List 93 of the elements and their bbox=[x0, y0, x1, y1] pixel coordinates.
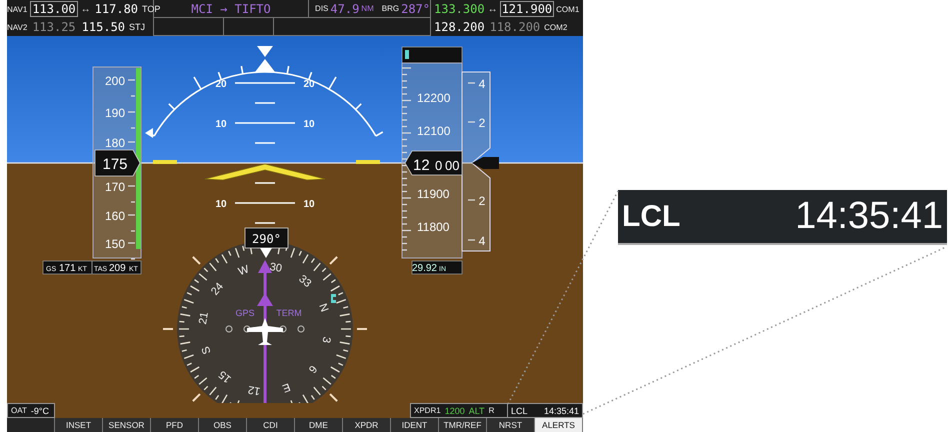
distance-label: DIS bbox=[315, 4, 328, 13]
softkey[interactable]: XPDR bbox=[343, 418, 391, 432]
transponder-mode: ALT bbox=[468, 406, 485, 416]
softkey[interactable]: ALERTS bbox=[535, 418, 583, 432]
clock-label: LCL bbox=[511, 406, 528, 416]
altitude-label: 12200 bbox=[417, 91, 450, 105]
bearing-label: BRG bbox=[382, 4, 400, 13]
softkey[interactable]: PFD bbox=[151, 418, 199, 432]
airspeed-label: 150 bbox=[104, 237, 125, 251]
vertical-speed-pointer-icon bbox=[472, 157, 499, 169]
active-frequency: 115.50 bbox=[80, 20, 126, 34]
compass-label: 12 bbox=[247, 383, 262, 398]
compass-label: 33 bbox=[296, 272, 314, 290]
heading-value: 290° bbox=[252, 232, 281, 246]
softkey[interactable]: INSET bbox=[55, 418, 103, 432]
standby-frequency: 121.900 bbox=[500, 1, 554, 17]
altitude-readout bbox=[404, 150, 462, 176]
nav-label: NAV2 bbox=[7, 22, 28, 32]
softkey[interactable]: OBS bbox=[199, 418, 247, 432]
active-frequency: 128.200 bbox=[433, 20, 486, 34]
com-label: COM1 bbox=[556, 4, 580, 14]
compass-label: 24 bbox=[208, 280, 226, 298]
distance-unit: NM bbox=[361, 4, 374, 13]
pitch-label: 10 bbox=[303, 119, 315, 130]
vertical-speed-label: 2 bbox=[478, 116, 486, 130]
active-frequency: 133.300 bbox=[433, 2, 486, 16]
standby-frequency: 113.25 bbox=[31, 19, 77, 35]
station-ident: TOP bbox=[142, 4, 160, 14]
airspeed-label: 160 bbox=[104, 209, 125, 223]
flight-plan-leg: MCI → TIFTO bbox=[191, 2, 271, 16]
compass-label: N bbox=[316, 302, 330, 314]
groundspeed-value: 171 bbox=[59, 263, 76, 274]
softkey[interactable] bbox=[7, 418, 55, 432]
altitude-thousands: 12 bbox=[413, 157, 430, 174]
nav-source-label: GPS bbox=[236, 308, 254, 318]
vertical-speed-label: 2 bbox=[478, 194, 486, 208]
compass-label: 6 bbox=[306, 362, 320, 376]
softkey[interactable]: IDENT bbox=[391, 418, 439, 432]
softkey[interactable]: TMR/REF bbox=[439, 418, 487, 432]
barometer-box bbox=[412, 260, 462, 274]
transponder-code: 1200 bbox=[444, 406, 465, 416]
softkey[interactable]: DME bbox=[295, 418, 343, 432]
oat-label: OAT bbox=[11, 406, 27, 415]
flight-phase-label: TERM bbox=[276, 308, 302, 318]
pitch-label: 10 bbox=[303, 199, 315, 210]
heading-bug-icon bbox=[331, 294, 336, 303]
reply-indicator: R bbox=[488, 406, 494, 415]
altitude-label: 11900 bbox=[417, 187, 450, 201]
altitude-label: 12100 bbox=[417, 124, 450, 138]
compass-label: 30 bbox=[268, 260, 283, 275]
transponder-label: XPDR1 bbox=[414, 406, 441, 415]
airplane-icon bbox=[247, 318, 283, 345]
pitch-label: 10 bbox=[215, 199, 227, 210]
clock-value: 14:35:41 bbox=[544, 406, 579, 416]
selected-altitude-box bbox=[402, 46, 462, 64]
compass-label: S bbox=[200, 344, 214, 356]
true-airspeed-value: 209 bbox=[109, 263, 126, 274]
standby-frequency: 113.00 bbox=[30, 1, 78, 17]
altitude-bug-icon bbox=[405, 50, 409, 59]
nav-label: NAV1 bbox=[7, 4, 28, 14]
vertical-speed-label: 4 bbox=[478, 77, 486, 91]
clock-value: 14:35:41 bbox=[795, 195, 943, 238]
barometer-value: 29.92 bbox=[412, 263, 437, 274]
airspeed-readout bbox=[94, 150, 140, 176]
pitch-label: 10 bbox=[215, 119, 227, 130]
compass-label: W bbox=[236, 263, 251, 278]
compass-label: E bbox=[280, 380, 292, 394]
softkey[interactable]: NRST bbox=[487, 418, 535, 432]
compass-label: 21 bbox=[196, 311, 211, 326]
airspeed-label: 180 bbox=[104, 136, 125, 150]
bearing-value: 287° bbox=[401, 2, 430, 16]
airspeed-label: 190 bbox=[104, 106, 125, 120]
compass-label: 15 bbox=[216, 368, 234, 386]
altitude-hundreds: 0 bbox=[435, 158, 442, 173]
swap-arrow: ↔ bbox=[80, 4, 91, 14]
altitude-rolling-digits: 00 bbox=[445, 158, 460, 173]
altitude-label: 11800 bbox=[417, 220, 450, 234]
softkey[interactable]: SENSOR bbox=[103, 418, 151, 432]
swap-arrow: ↔ bbox=[488, 4, 498, 14]
compass-label: 3 bbox=[320, 336, 332, 344]
distance-value: 47.9 bbox=[330, 2, 360, 16]
airspeed-value: 175 bbox=[102, 156, 128, 173]
airspeed-label: 200 bbox=[104, 74, 125, 88]
oat-value: -9°C bbox=[30, 406, 49, 416]
active-frequency: 117.80 bbox=[94, 2, 140, 16]
vertical-speed-label: 4 bbox=[478, 234, 486, 248]
airspeed-label: 170 bbox=[104, 180, 125, 194]
station-ident: STJ bbox=[129, 22, 146, 32]
standby-frequency: 118.200 bbox=[488, 19, 542, 35]
com-label: COM2 bbox=[544, 22, 568, 32]
softkey[interactable]: CDI bbox=[247, 418, 295, 432]
clock-label: LCL bbox=[622, 200, 680, 234]
heading-box bbox=[244, 228, 288, 248]
